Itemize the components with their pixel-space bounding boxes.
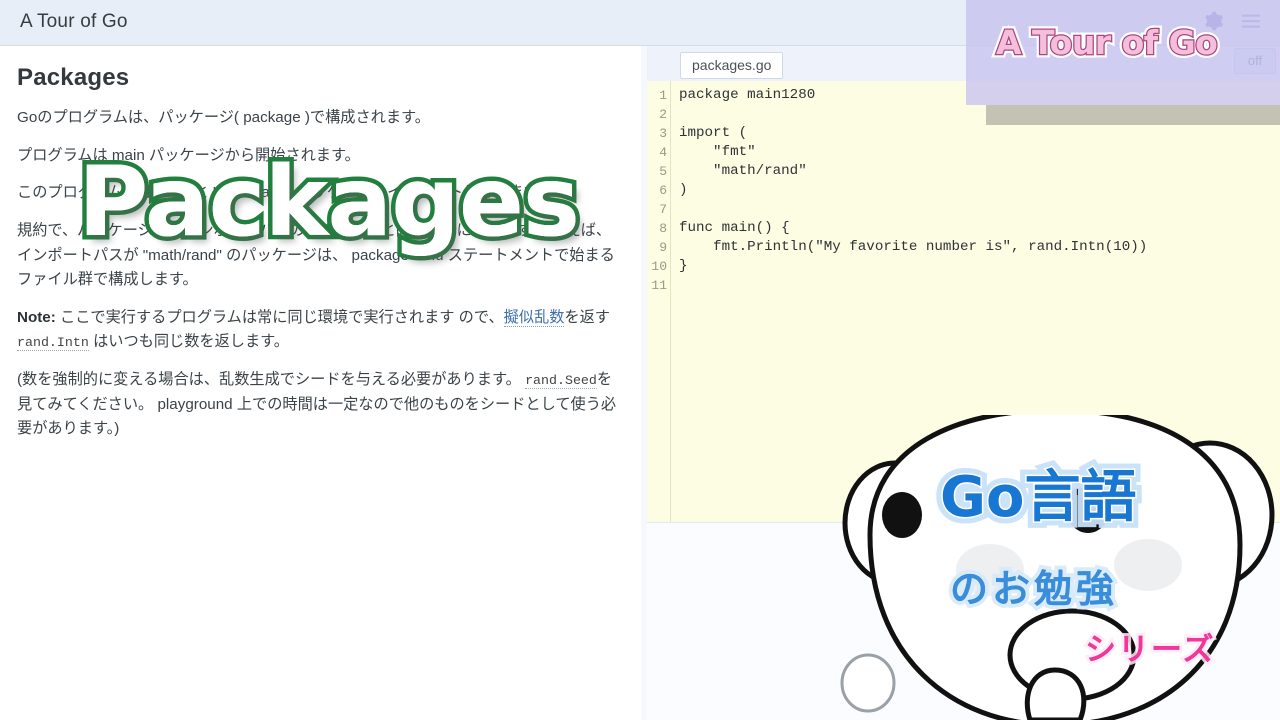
note-paragraph: Note: ここで実行するプログラムは常に同じ環境で実行されます ので、擬似乱数…	[17, 306, 625, 355]
playground-code: playground	[157, 395, 233, 413]
paragraph-2: プログラムは main パッケージから開始されます。	[17, 146, 360, 164]
code-text: func main() {	[679, 220, 790, 236]
line-number: 10	[651, 259, 667, 274]
code-text: fmt.Println("My favorite number is", ran…	[679, 239, 1148, 255]
pseudo-random-link[interactable]: 擬似乱数	[503, 308, 565, 327]
code-line: 4 "fmt"	[647, 143, 1280, 162]
code-text: "math/rand"	[679, 163, 807, 179]
editor-tabbar: packages.go	[647, 46, 1280, 81]
code-line: 11	[647, 276, 1280, 295]
lesson-pane: Packages Goのプログラムは、パッケージ( package )で構成され…	[0, 46, 641, 720]
paragraph-3: このプログラムでは "fmt" と "math/rand" パッケージをインポー…	[17, 184, 553, 202]
program-output-area	[647, 522, 1280, 720]
code-line: 5 "math/rand"	[647, 162, 1280, 181]
code-text: package main1280	[679, 87, 816, 103]
lesson-title: Packages	[17, 64, 130, 91]
code-editor[interactable]: 1 package main1280 2 3 import (4 "fmt" 5 "mat…	[647, 81, 1280, 522]
line-number: 8	[659, 221, 667, 236]
rand-intn-code: rand.Intn	[17, 335, 89, 352]
hamburger-menu-icon[interactable]	[1240, 10, 1262, 32]
code-text: "fmt"	[679, 144, 756, 160]
code-text: )	[679, 182, 688, 198]
app-header: A Tour of Go	[0, 0, 1280, 46]
line-number: 9	[659, 240, 667, 255]
line-number: 6	[659, 183, 667, 198]
code-line: 2	[647, 105, 1280, 124]
header-icon-group	[1202, 10, 1262, 32]
code-line: 7	[647, 200, 1280, 219]
note-text-2: を返す	[564, 308, 610, 326]
code-line: 8 func main() {	[647, 219, 1280, 238]
code-line: 9 fmt.Println("My favorite number is", r…	[647, 238, 1280, 257]
code-line: 6)	[647, 181, 1280, 200]
line-number: 7	[659, 202, 667, 217]
status-badge-off[interactable]: off	[1234, 48, 1276, 74]
line-number: 11	[651, 278, 667, 293]
aside-text-1: (数を強制的に変える場合は、乱数生成でシードを与える必要があります。	[17, 371, 521, 388]
aside-paragraph: (数を強制的に変える場合は、乱数生成でシードを与える必要があります。 rand.…	[17, 368, 625, 442]
screen-root: A Tour of Go Packages Goのプログラムは、パッケージ( p…	[0, 0, 1280, 720]
line-number: 2	[659, 107, 667, 122]
paragraph-1: Goのプログラムは、パッケージ( package )で構成されます。	[17, 109, 430, 126]
rand-seed-code: rand.Seed	[525, 373, 597, 389]
code-lines: 1 package main1280 2 3 import (4 "fmt" 5 "mat…	[647, 86, 1280, 295]
page-title: A Tour of Go	[20, 11, 128, 32]
note-text-3: はいつも同じ数を返します。	[93, 333, 289, 351]
line-number: 5	[659, 164, 667, 179]
code-line: 1 package main1280	[647, 86, 1280, 105]
code-line: 3 import (	[647, 124, 1280, 143]
note-text-1: ここで実行するプログラムは常に同じ環境で実行されます ので、	[60, 308, 504, 326]
code-text: import (	[679, 125, 748, 141]
gear-icon[interactable]	[1202, 10, 1224, 32]
code-text: }	[679, 258, 688, 274]
paragraph-4: 規約で、パッケージ名はインポートパスの最後の要素と同じ名前になります。 例えば、…	[17, 221, 615, 289]
line-number: 4	[659, 145, 667, 160]
line-number: 3	[659, 126, 667, 141]
lesson-prose: Goのプログラムは、パッケージ( package )で構成されます。 プログラム…	[17, 106, 625, 455]
code-line: 10}	[647, 257, 1280, 276]
line-number: 1	[659, 88, 667, 103]
tab-packages-go[interactable]: packages.go	[680, 52, 784, 79]
note-label: Note:	[17, 308, 56, 326]
